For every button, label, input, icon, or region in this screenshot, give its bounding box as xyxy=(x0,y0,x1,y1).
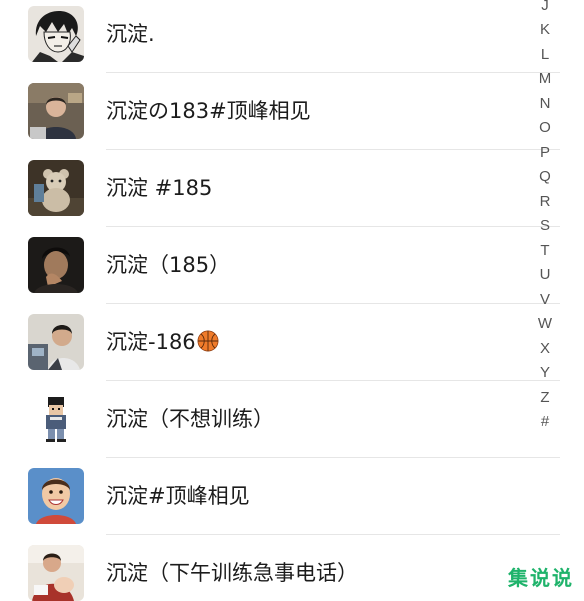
contact-row[interactable]: 沉淀#顶峰相见 xyxy=(0,458,560,535)
teddy-bear-avatar xyxy=(28,160,84,216)
contact-list: 沉淀. 沉淀の183#顶峰相见 沉淀 #185 沉淀（185） 沉淀-186 沉… xyxy=(0,0,560,601)
index-letter[interactable]: L xyxy=(534,46,556,64)
index-letter[interactable]: # xyxy=(534,413,556,431)
index-letter[interactable]: U xyxy=(534,266,556,284)
contact-name: 沉淀 #185 xyxy=(106,176,213,200)
contact-name: 沉淀-186 xyxy=(106,328,219,356)
pixel-character-avatar xyxy=(28,391,84,447)
index-letter[interactable]: Q xyxy=(534,168,556,186)
index-letter[interactable]: O xyxy=(534,119,556,137)
contact-row[interactable]: 沉淀-186 xyxy=(0,304,560,381)
index-letter[interactable]: X xyxy=(534,340,556,358)
index-letter[interactable]: R xyxy=(534,193,556,211)
contact-name: 沉淀#顶峰相见 xyxy=(106,484,250,508)
contact-name: 沉淀（下午训练急事电话） xyxy=(106,561,358,585)
index-letter[interactable]: V xyxy=(534,291,556,309)
watermark-logo: 集说说 xyxy=(508,566,574,590)
contact-row[interactable]: 沉淀 #185 xyxy=(0,150,560,227)
contact-name: 沉淀. xyxy=(106,22,155,46)
index-letter[interactable]: N xyxy=(534,95,556,113)
contact-name: 沉淀（不想训练） xyxy=(106,407,274,431)
index-letter[interactable]: Z xyxy=(534,389,556,407)
index-letter[interactable]: S xyxy=(534,217,556,235)
contact-row[interactable]: 沉淀（下午训练急事电话） xyxy=(0,535,560,601)
manga-man-avatar xyxy=(28,6,84,62)
index-letter[interactable]: K xyxy=(534,21,556,39)
man-dark-avatar xyxy=(28,237,84,293)
contact-name: 沉淀（185） xyxy=(106,253,231,277)
contact-name: 沉淀の183#顶峰相见 xyxy=(106,99,311,123)
smiling-boy-avatar xyxy=(28,468,84,524)
basketball-icon xyxy=(197,330,219,352)
contact-row[interactable]: 沉淀（185） xyxy=(0,227,560,304)
index-letter[interactable]: Y xyxy=(534,364,556,382)
man-room-avatar xyxy=(28,314,84,370)
index-letter[interactable]: T xyxy=(534,242,556,260)
index-letter[interactable]: W xyxy=(534,315,556,333)
man-holding-baby-avatar xyxy=(28,545,84,601)
contacts-screen: 沉淀. 沉淀の183#顶峰相见 沉淀 #185 沉淀（185） 沉淀-186 沉… xyxy=(0,0,584,601)
contact-row[interactable]: 沉淀. xyxy=(0,0,560,73)
index-letter[interactable]: J xyxy=(534,0,556,15)
index-letter[interactable]: P xyxy=(534,144,556,162)
contact-row[interactable]: 沉淀の183#顶峰相见 xyxy=(0,73,560,150)
contact-row[interactable]: 沉淀（不想训练） xyxy=(0,381,560,458)
man-at-desk-avatar xyxy=(28,83,84,139)
index-letter[interactable]: M xyxy=(534,70,556,88)
